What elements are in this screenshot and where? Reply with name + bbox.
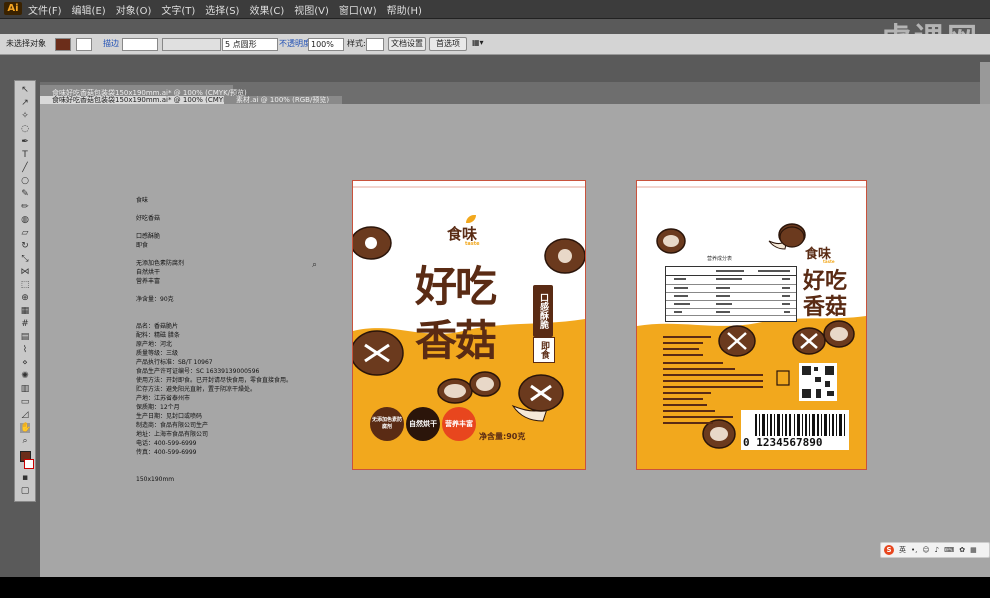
copy-text-notes[interactable]: 食味 好吃香菇 口感酥脆 即食 无添加色素防腐剂 自然烘干 营养丰富 净含量：9… [136,196,292,484]
mushroom-illustration [792,327,826,355]
menu-file[interactable]: 文件(F) [28,2,62,17]
front-net-weight: 净含量:90克 [479,432,526,441]
toolbox-icon[interactable]: ▦ [970,546,977,554]
menu-help[interactable]: 帮助(H) [387,2,422,17]
menu-bar: Ai 文件(F) 编辑(E) 对象(O) 文字(T) 选择(S) 效果(C) 视… [0,0,990,19]
punctuation-icon[interactable]: •, [911,546,917,554]
mesh-tool-icon[interactable]: # [20,319,30,329]
symbol-sprayer-icon[interactable]: ✺ [20,371,30,381]
mushroom-illustration [702,419,736,449]
nutrition-table [665,266,797,322]
menu-select[interactable]: 选择(S) [205,2,239,17]
brush-definition-field[interactable]: 5 点圆形 [222,38,278,51]
control-bar: 未选择对象 描边 5 点圆形 不透明度 100% 样式: 文档设置 首选项 ▦▾ [0,34,990,55]
mushroom-illustration [353,330,404,376]
package-back[interactable]: 0 1234567890 食味 taste 好吃 香菇 营养成分表 [636,180,867,470]
opacity-label[interactable]: 不透明度 [279,38,311,49]
tab-material[interactable]: 素材.ai @ 100% (RGB/预览) [224,96,342,104]
selection-status: 未选择对象 [6,39,46,48]
gradient-tool-icon[interactable]: ▤ [20,332,30,342]
scale-tool-icon[interactable]: ⤡ [20,254,30,264]
magic-wand-icon[interactable]: ✧ [20,111,30,121]
stroke-weight-field[interactable] [122,38,158,51]
mushroom-illustration [718,325,756,357]
document-tabs: 食味好吃香菇包装袋150x190mm.ai* @ 100% (CMYK/预览) … [40,82,990,105]
menu-type[interactable]: 文字(T) [161,2,195,17]
blend-tool-icon[interactable]: ⋄ [20,358,30,368]
mushroom-illustration [469,371,501,397]
free-transform-icon[interactable]: ⬚ [20,280,30,290]
color-mode-icon[interactable]: ▪ [20,473,30,483]
blob-brush-icon[interactable]: ◍ [20,215,30,225]
ellipse-tool-icon[interactable]: ○ [20,176,30,186]
fill-swatch[interactable] [55,38,71,51]
direct-selection-tool-icon[interactable]: ↗ [20,98,30,108]
screen-mode-icon[interactable]: ▢ [20,486,30,496]
skin-icon[interactable]: ✿ [959,546,965,554]
menu-view[interactable]: 视图(V) [294,2,329,17]
menu-list: 文件(F) 编辑(E) 对象(O) 文字(T) 选择(S) 效果(C) 视图(V… [28,0,432,18]
style-label: 样式: [347,39,366,48]
badge-no-additives: 无添加色素防腐剂 [370,407,404,441]
ime-language[interactable]: 英 [899,545,906,555]
pencil-tool-icon[interactable]: ✏ [20,202,30,212]
stroke-swatch[interactable] [76,38,92,51]
graph-tool-icon[interactable]: ▥ [20,384,30,394]
width-tool-icon[interactable]: ⋈ [20,267,30,277]
slice-tool-icon[interactable]: ◿ [20,410,30,420]
badge-nutritious: 营养丰富 [442,407,476,441]
perspective-grid-icon[interactable]: ▦ [20,306,30,316]
hand-tool-icon[interactable]: ✋ [20,423,31,433]
stroke-color-icon[interactable] [24,459,34,469]
mic-icon[interactable]: ♪ [935,546,939,554]
mushroom-illustration [353,226,392,260]
back-background [637,186,866,469]
mushroom-illustration [544,238,585,274]
menu-edit[interactable]: 编辑(E) [72,2,106,17]
tab-document-2[interactable]: 食味好吃香菇包装袋150x190mm.ai* @ 100% (CMYK/预览) [40,96,247,104]
eraser-tool-icon[interactable]: ▱ [20,228,30,238]
menu-object[interactable]: 对象(O) [116,2,152,17]
document-setup-button[interactable]: 文档设置 [388,37,426,51]
preferences-button[interactable]: 首选项 [429,37,467,51]
stroke-label[interactable]: 描边 [103,38,119,49]
type-tool-icon[interactable]: T [20,150,30,160]
mushroom-illustration [656,228,686,254]
menu-window[interactable]: 窗口(W) [339,2,377,17]
emoji-icon[interactable]: ☺ [922,546,929,554]
keyboard-icon[interactable]: ⌨ [944,546,954,554]
zoom-cursor-icon: ⌕ [312,260,318,270]
variable-width-field[interactable] [162,38,221,51]
nutrition-table-title: 营养成分表 [707,256,733,262]
line-tool-icon[interactable]: ╱ [20,163,30,173]
zoom-tool-icon[interactable]: ⌕ [20,436,30,446]
barcode-number: 0 1234567890 [743,436,823,449]
mushroom-illustration [768,226,805,250]
rotate-tool-icon[interactable]: ↻ [20,241,30,251]
selection-tool-icon[interactable]: ↖ [20,85,30,95]
opacity-field[interactable]: 100% [308,38,344,51]
brush-tool-icon[interactable]: ✎ [20,189,30,199]
mushroom-illustration [823,320,855,348]
back-title-2: 香菇 [803,295,848,320]
app-logo: Ai [4,2,22,15]
illustrator-window: Ai 文件(F) 编辑(E) 对象(O) 文字(T) 选择(S) 效果(C) 视… [0,0,990,577]
badge-natural-dried: 自然烘干 [406,407,440,441]
tools-panel: ↖ ↗ ✧ ◌ ✒ T ╱ ○ ✎ ✏ ◍ ▱ ↻ ⤡ ⋈ ⬚ ⊕ ▦ # ▤ … [14,80,36,502]
mushroom-illustration [511,374,564,422]
lasso-icon[interactable]: ◌ [20,124,30,134]
package-front[interactable]: 食味 taste 好吃 香菇 口感酥脆 即食 无添加色素防腐剂 自然烘干 营养丰… [352,180,586,470]
arrange-icon[interactable]: ▦▾ [472,38,484,47]
style-field[interactable] [366,38,384,51]
pen-tool-icon[interactable]: ✒ [20,137,30,147]
menu-effect[interactable]: 效果(C) [249,2,284,17]
sogou-icon[interactable]: S [884,545,894,555]
mushroom-illustration [437,378,473,404]
eyedropper-icon[interactable]: ⌇ [20,345,30,355]
qr-code-icon [799,363,837,401]
ime-status-bar[interactable]: S 英 •, ☺ ♪ ⌨ ✿ ▦ [880,542,990,558]
shape-builder-icon[interactable]: ⊕ [20,293,30,303]
artboard-tool-icon[interactable]: ▭ [20,397,30,407]
